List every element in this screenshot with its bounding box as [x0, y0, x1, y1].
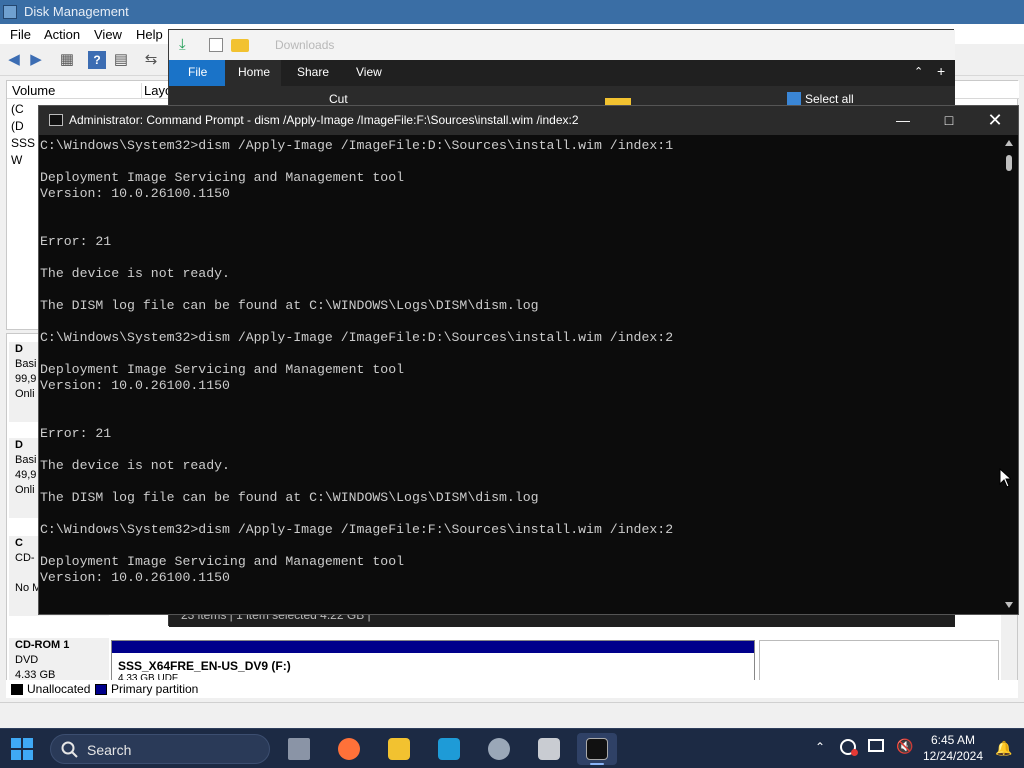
tab-file[interactable]: File [169, 60, 225, 86]
show-hide-tree-icon[interactable]: ▦ [58, 51, 76, 69]
legend: Unallocated Primary partition [6, 680, 1018, 698]
start-button[interactable] [11, 738, 33, 760]
disk-type: Basi [15, 358, 37, 370]
search-placeholder: Search [87, 742, 132, 758]
disk-management-icon[interactable] [529, 733, 569, 765]
legend-unallocated-swatch [11, 684, 23, 695]
new-folder-icon[interactable] [231, 39, 249, 52]
partition-label: SSS_X64FRE_EN-US_DV9 (F:) [118, 659, 291, 673]
properties-check-icon[interactable] [209, 38, 223, 52]
menu-file[interactable]: File [10, 27, 31, 42]
notification-bell-icon[interactable]: 🔔 [995, 740, 1012, 757]
disk-size: 49,9 [15, 469, 37, 481]
cmd-app-icon [49, 114, 63, 126]
volume-row[interactable]: (C [11, 102, 24, 116]
tab-view[interactable]: View [356, 65, 382, 79]
back-arrow-icon[interactable]: ◀ [5, 51, 23, 69]
tab-share[interactable]: Share [297, 65, 329, 79]
disk-status: Onli [15, 388, 35, 400]
disk-type: CD- [15, 552, 35, 564]
ribbon-collapse-icon[interactable]: ⌃ [914, 65, 923, 78]
menu-help[interactable]: Help [136, 27, 163, 42]
disk-management-title: Disk Management [24, 4, 129, 19]
network-icon[interactable] [868, 739, 884, 752]
clock-time: 6:45 AM [930, 733, 976, 747]
visual-studio-icon[interactable] [429, 733, 469, 765]
task-view-icon[interactable] [279, 733, 319, 765]
firefox-icon[interactable] [329, 733, 369, 765]
cmd-title: Administrator: Command Prompt - dism /Ap… [69, 113, 579, 127]
properties-icon[interactable]: ▤ [112, 51, 130, 69]
tab-file-label: File [188, 65, 208, 79]
explorer-title: Downloads [275, 38, 335, 52]
taskbar: Search ⌃ 🔇 6:45 AM 12/24/2024 🔔 [0, 728, 1024, 768]
select-all-button[interactable]: Select all [805, 92, 854, 106]
clock-date: 12/24/2024 [922, 749, 984, 763]
tab-home[interactable]: Home [225, 60, 281, 86]
cdrom-type: DVD [15, 654, 39, 666]
disk-name: D [15, 343, 23, 355]
file-explorer-icon[interactable] [379, 733, 419, 765]
update-badge [851, 749, 858, 756]
explorer-titlebar[interactable]: ⤓ Downloads [169, 30, 955, 60]
disk-management-titlebar[interactable]: Disk Management [0, 0, 1024, 24]
connect-icon[interactable]: ⇆ [142, 51, 160, 69]
select-all-icon [787, 92, 801, 106]
scroll-down-arrow-icon[interactable] [1005, 602, 1013, 608]
forward-arrow-icon[interactable]: ▶ [27, 51, 45, 69]
minimize-icon[interactable]: — [880, 106, 926, 135]
cmd-scrollbar[interactable] [1001, 135, 1018, 614]
legend-primary-label: Primary partition [111, 682, 199, 696]
volume-row[interactable]: W [11, 153, 22, 167]
tab-home-label: Home [238, 65, 271, 79]
empty-region [759, 640, 999, 682]
volume-icon[interactable]: 🔇 [896, 738, 913, 755]
status-bar [0, 702, 1024, 726]
cdrom-name: CD-ROM 1 [15, 639, 70, 651]
cut-button[interactable]: Cut [329, 92, 348, 106]
cmd-console[interactable]: C:\Windows\System32>dism /Apply-Image /I… [39, 135, 1001, 614]
maximize-icon[interactable]: □ [926, 106, 972, 135]
disk-size: 99,9 [15, 373, 37, 385]
disk-management-app-icon [3, 5, 17, 19]
disk-name: D [15, 439, 23, 451]
scroll-up-arrow-icon[interactable] [1005, 140, 1013, 146]
taskbar-clock[interactable]: 6:45 AM 12/24/2024 [918, 732, 988, 764]
cdrom-partition[interactable]: SSS_X64FRE_EN-US_DV9 (F:) 4.33 GB UDF [111, 640, 755, 682]
cdrom-1-label[interactable]: CD-ROM 1 DVD 4.33 GB [9, 638, 109, 682]
disk-type: Basi [15, 454, 37, 466]
mouse-cursor-icon [999, 468, 1011, 488]
download-icon[interactable]: ⤓ [179, 36, 186, 53]
active-indicator [590, 763, 604, 765]
menu-view[interactable]: View [94, 27, 122, 42]
scroll-thumb[interactable] [1006, 155, 1012, 171]
legend-unallocated-label: Unallocated [27, 682, 91, 696]
tray-overflow-icon[interactable]: ⌃ [815, 740, 825, 754]
close-icon[interactable]: ✕ [972, 106, 1018, 135]
new-tab-icon[interactable]: + [937, 63, 945, 79]
console-output: C:\Windows\System32>dism /Apply-Image /I… [40, 138, 674, 585]
command-prompt-window[interactable]: Administrator: Command Prompt - dism /Ap… [38, 105, 1019, 615]
help-icon[interactable]: ? [88, 51, 106, 69]
menu-action[interactable]: Action [44, 27, 80, 42]
partition-bar [112, 641, 754, 653]
taskbar-search-box[interactable]: Search [50, 734, 270, 764]
disk-status: Onli [15, 484, 35, 496]
command-prompt-icon[interactable] [577, 733, 617, 765]
search-icon [61, 741, 78, 758]
legend-primary-swatch [95, 684, 107, 695]
volume-row[interactable]: (D [11, 119, 24, 133]
volume-row[interactable]: SSS [11, 136, 35, 150]
disk-name: C [15, 537, 23, 549]
explorer-ribbon-tabs: File Home Share View ⌃ + [169, 60, 955, 86]
cmd-titlebar[interactable]: Administrator: Command Prompt - dism /Ap… [39, 106, 1018, 135]
column-volume[interactable]: Volume [12, 83, 55, 98]
settings-icon[interactable] [479, 733, 519, 765]
